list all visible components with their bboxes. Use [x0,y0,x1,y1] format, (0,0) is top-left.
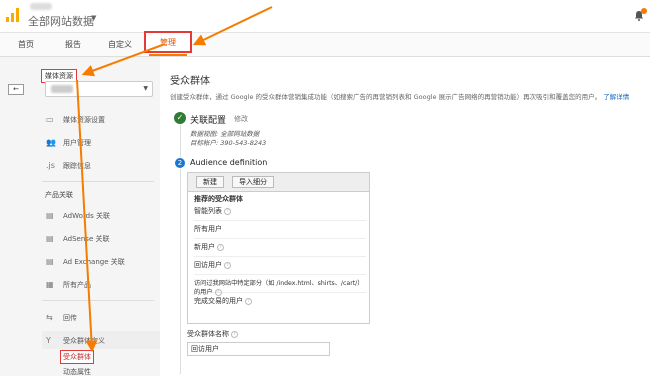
audience-fork-icon: Y [46,336,51,345]
description-text: 创建受众群体，通过 Google 的受众群体营销集成功能（如搜索广告的再营销列表… [170,93,602,101]
sidebar-subitem-dynamic-attributes[interactable]: 动态属性 [63,367,91,376]
list-item-label: 完成交易的用户 [194,297,243,305]
tab-admin-label: 管理 [160,38,176,47]
sidebar-item-all-products[interactable]: ▦ 所有产品 [0,278,160,292]
help-icon[interactable]: ? [224,261,231,269]
list-item-label: 所有用户 [194,225,222,233]
account-selector[interactable]: 全部网站数据 [28,13,94,29]
edit-link[interactable]: 修改 [234,114,248,124]
users-icon: 👥 [46,138,56,147]
notification-badge [641,8,647,14]
sidebar-item-label: AdWords 关联 [63,212,110,220]
tab-home[interactable]: 首页 [18,39,34,50]
product-links-heading: 产品关联 [45,191,73,199]
help-icon[interactable]: ? [224,207,231,215]
sidebar-item-audience-definitions[interactable]: Y 受众群体定义 [0,334,160,348]
sidebar-item-label: 媒体资源设置 [63,116,105,124]
active-tab-indicator [149,54,187,56]
list-item[interactable]: 新用户? [194,242,366,257]
sidebar-item-user-management[interactable]: 👥 用户管理 [0,136,160,150]
audience-name-label-text: 受众群体名称 [187,330,229,338]
sidebar-item-label: 跟踪信息 [63,162,91,170]
import-segment-button[interactable]: 导入细分 [232,176,274,188]
chevron-down-icon: ▼ [143,85,148,92]
audience-definition-panel: 新建 导入细分 推荐的受众群体 智能列表? 所有用户 新用户? 回访用户? 访问… [187,172,370,324]
js-icon: .js [46,161,55,170]
adsense-icon: ▤ [46,234,54,243]
checkmark-icon: ✓ [174,112,186,124]
list-item[interactable]: 回访用户? [194,260,366,275]
help-icon[interactable]: ? [214,288,222,296]
step-connector [180,169,181,374]
audience-name-label: 受众群体名称? [187,329,238,339]
step1-title: 关联配置 [190,116,227,126]
list-item[interactable]: 智能列表? [194,206,366,221]
page-description: 创建受众群体，通过 Google 的受众群体营销集成功能（如搜索广告的再营销列表… [170,91,646,101]
admin-sidebar: ← 媒体资源 ▼ ▭ 媒体资源设置 👥 用户管理 .js 跟踪信息 产品关联 ▤… [0,57,160,376]
postback-icon: ⇆ [46,313,53,322]
recommended-heading: 推荐的受众群体 [194,195,243,203]
new-button[interactable]: 新建 [196,176,224,188]
sidebar-subitem-audiences[interactable]: 受众群体 [60,350,94,364]
tab-custom[interactable]: 自定义 [108,39,132,50]
analytics-logo-icon [6,8,20,22]
property-name-blurred [51,85,73,93]
main-content: 受众群体 创建受众群体，通过 Google 的受众群体营销集成功能（如搜索广告的… [160,57,650,376]
list-item-label: 智能列表 [194,207,222,215]
list-item[interactable]: 访问过我网站中特定部分（如 /index.html、shirts、/cart/）… [194,278,366,296]
document-icon: ▭ [46,115,54,124]
property-selector[interactable]: ▼ [45,81,153,97]
back-button[interactable]: ← [8,84,24,95]
tab-reports[interactable]: 报告 [65,39,81,50]
account-name-blurred [30,3,52,10]
tab-admin[interactable]: 管理 [144,31,192,53]
help-icon[interactable]: ? [245,297,252,305]
adwords-icon: ▤ [46,211,54,220]
ad-exchange-icon: ▤ [46,257,54,266]
divider [42,181,154,182]
sidebar-item-label: Ad Exchange 关联 [63,258,125,266]
sidebar-item-label: 受众群体定义 [63,337,105,345]
sidebar-item-postbacks[interactable]: ⇆ 回传 [0,311,160,325]
divider [42,300,154,301]
learn-more-link[interactable]: 了解详情 [603,93,629,101]
sidebar-item-adwords-linking[interactable]: ▤ AdWords 关联 [0,209,160,223]
sidebar-item-label: 所有产品 [63,281,91,289]
panel-toolbar: 新建 导入细分 [188,173,369,192]
step-connector [180,125,181,157]
main-nav: 首页 报告 自定义 管理 [0,31,650,57]
sidebar-item-property-settings[interactable]: ▭ 媒体资源设置 [0,113,160,127]
list-item[interactable]: 完成交易的用户? [194,296,366,311]
top-bar: 全部网站数据 ▼ [0,0,650,33]
help-icon[interactable]: ? [217,243,224,251]
sidebar-item-ad-exchange-linking[interactable]: ▤ Ad Exchange 关联 [0,255,160,269]
grid-icon: ▦ [46,280,54,289]
page-title: 受众群体 [170,76,210,87]
list-item-label: 回访用户 [194,261,222,269]
sidebar-item-label: AdSense 关联 [63,235,110,243]
list-item[interactable]: 所有用户 [194,224,366,239]
audience-name-input[interactable]: 回访用户 [187,342,330,356]
sidebar-item-adsense-linking[interactable]: ▤ AdSense 关联 [0,232,160,246]
chevron-down-icon[interactable]: ▼ [91,14,96,22]
step1-target: 目标帐户: 390-543-8243 [190,139,267,147]
list-item-label: 新用户 [194,243,215,251]
sidebar-item-tracking-info[interactable]: .js 跟踪信息 [0,159,160,173]
sidebar-item-label: 回传 [63,314,77,322]
step-number-badge: 2 [175,158,185,168]
help-icon[interactable]: ? [231,330,238,338]
step2-title: Audience definition [190,158,268,167]
sidebar-item-label: 用户管理 [63,139,91,147]
